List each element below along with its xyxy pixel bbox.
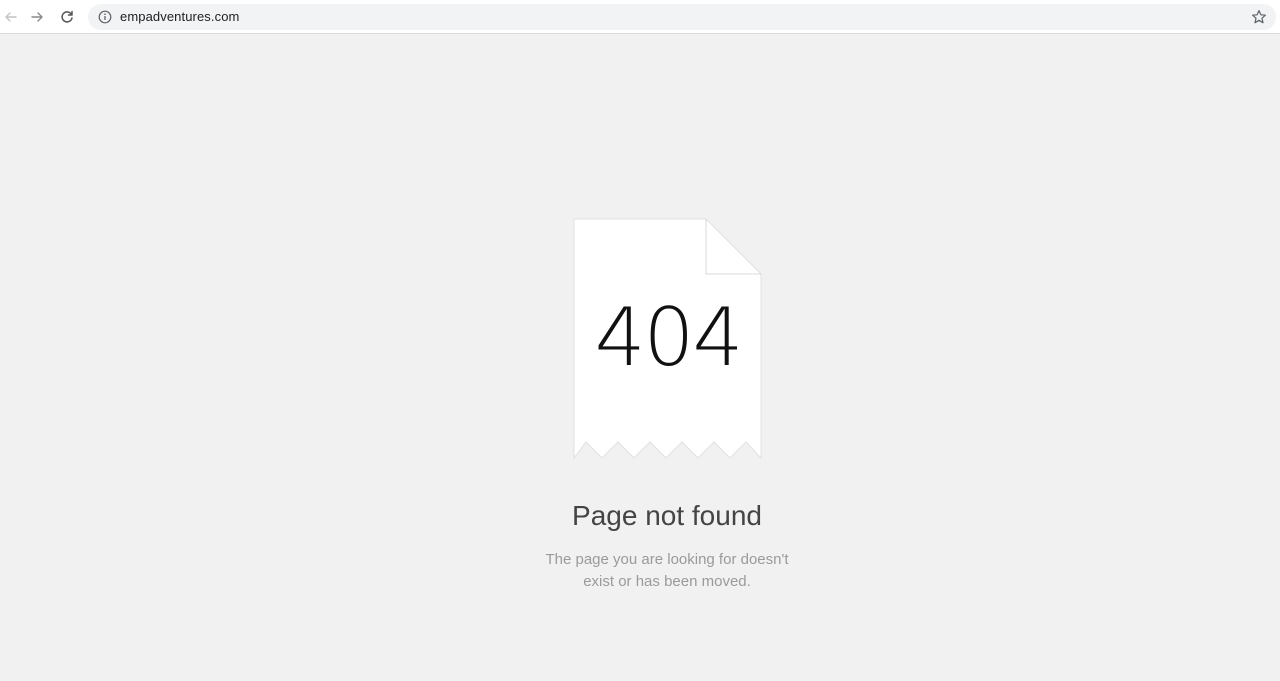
reload-button[interactable] xyxy=(56,6,78,28)
page-title: Page not found xyxy=(572,500,762,531)
error-description: The page you are looking for doesn't exi… xyxy=(440,549,894,593)
description-line-1: The page you are looking for doesn't xyxy=(545,551,789,568)
arrow-right-icon xyxy=(31,12,43,22)
error-code: 404 xyxy=(594,291,744,384)
reload-icon xyxy=(61,10,73,23)
browser-toolbar: empadventures.com xyxy=(0,0,1280,34)
forward-button[interactable] xyxy=(26,6,48,28)
address-bar[interactable]: empadventures.com xyxy=(88,4,1276,30)
arrow-left-icon xyxy=(5,12,17,22)
back-button[interactable] xyxy=(0,6,22,28)
star-icon xyxy=(1252,10,1266,24)
page-content: 404 Page not found The page you are look… xyxy=(0,35,1280,681)
bookmark-button[interactable] xyxy=(1250,8,1268,26)
description-line-2: exist or has been moved. xyxy=(583,573,751,590)
url-text[interactable]: empadventures.com xyxy=(120,9,239,25)
info-icon[interactable] xyxy=(98,10,112,24)
